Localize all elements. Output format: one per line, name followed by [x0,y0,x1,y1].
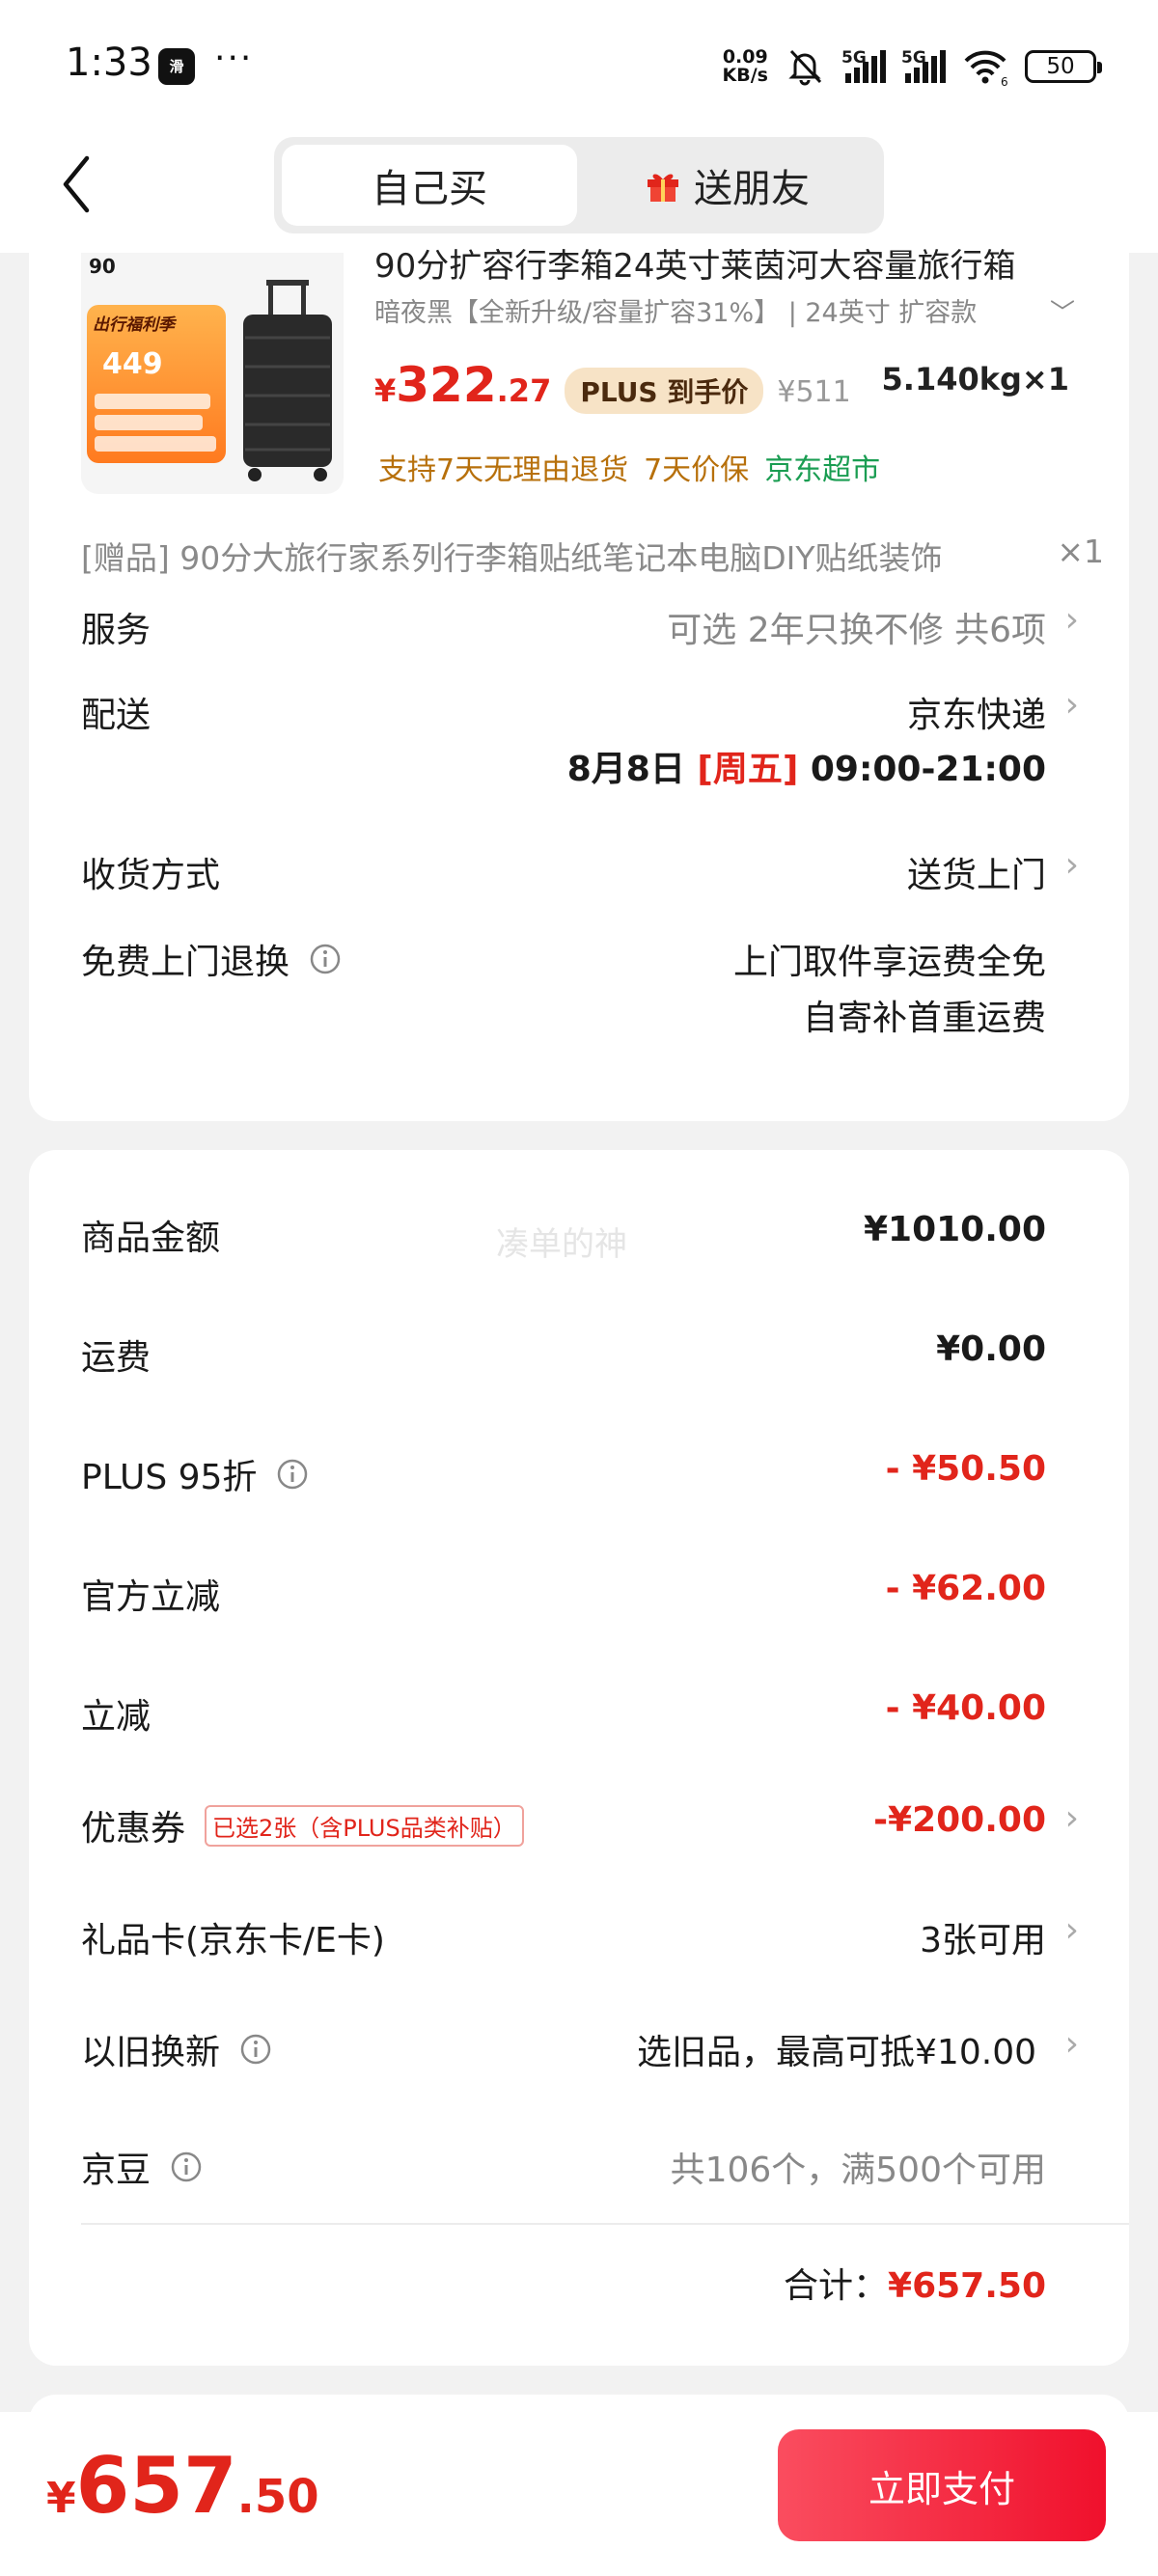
official-discount-label: 官方立减 [81,1577,221,1617]
chevron-right-icon[interactable]: › [1065,2024,1079,2064]
free-return-value-2: 自寄补首重运费 [802,999,1046,1038]
tab-buy-for-self[interactable]: 自己买 [282,145,577,226]
checkout-bar: ¥657.50 立即支付 [0,2412,1158,2576]
gift-icon [648,174,678,202]
total-price: ¥657.50 [46,2441,319,2531]
watermark-text: 凑单的神 [496,1225,627,1264]
plus-discount-label: PLUS 95折 [81,1449,309,1499]
bell-muted-icon [788,49,822,86]
status-bar: 1:33 滑 ··· 0.09 KB/s 5G 5G 6 50 [0,0,1158,131]
info-icon[interactable] [239,2033,272,2066]
divider [81,2223,1129,2225]
suitcase-image [243,280,332,481]
battery-icon: 50 [1025,50,1102,83]
chevron-right-icon[interactable]: › [1065,845,1079,885]
status-icons: 0.09 KB/s 5G 5G 6 50 [722,42,1102,91]
back-arrow-icon[interactable] [58,151,96,218]
order-item-card: 90 出行福利季 449 90分扩容行李箱24英寸莱茵河大容量旅行箱 暗夜黑【全… [29,247,1129,1121]
return-policy-tag: 支持7天无理由退货 [378,453,629,487]
more-notifications-icon: ··· [214,39,254,78]
delivery-label: 配送 [81,696,152,735]
goods-amount-label: 商品金额 [81,1219,221,1258]
brand-logo: 90 [89,255,116,278]
delivery-date[interactable]: 8月8日 [周五] 09:00-21:00 [567,741,1046,791]
gift-card-value[interactable]: 3张可用 [920,1912,1046,1962]
store-tag: 京东超市 [764,453,881,487]
gift-item-text: [赠品] 90分大旅行家系列行李箱贴纸笔记本电脑DIY贴纸装饰 [81,539,943,577]
status-time: 1:33 [66,41,152,85]
instant-discount-label: 立减 [81,1697,152,1737]
jd-beans-label: 京豆 [81,2142,203,2192]
price-row: ¥322.27 PLUS 到手价 ¥511 [374,357,851,414]
wifi-icon: 6 [964,50,1008,88]
receive-method-label: 收货方式 [81,856,221,895]
trade-in-label: 以旧换新 [81,2024,272,2074]
delivery-value[interactable]: 京东快递 [907,687,1046,737]
info-icon[interactable] [170,2151,203,2183]
subtotal-label: 合计： [784,2266,889,2306]
receive-method-value[interactable]: 送货上门 [907,847,1046,897]
plus-price-badge: PLUS 到手价 [565,368,764,414]
free-return-value-1: 上门取件享运费全免 [732,943,1046,982]
chevron-right-icon[interactable]: › [1065,1910,1079,1950]
service-label: 服务 [81,611,152,650]
gift-item-qty: ×1 [1057,533,1104,570]
app-notification-icon: 滑 [158,48,195,85]
nav-header: 自己买 送朋友 [0,131,1158,253]
service-value[interactable]: 可选 2年只换不修 共6项 [667,602,1046,652]
purchase-mode-switch: 自己买 送朋友 [274,137,884,233]
chevron-right-icon[interactable]: › [1065,600,1079,640]
info-icon[interactable] [309,943,342,975]
coupon-label: 优惠券 已选2张（含PLUS品类补贴） [81,1800,524,1850]
chevron-right-icon[interactable]: › [1065,685,1079,725]
goods-amount-value: ¥1010.00 [863,1210,1046,1249]
service-tags: 支持7天无理由退货 7天价保 京东超市 [378,446,880,488]
gift-item-row: [赠品] 90分大旅行家系列行李箱贴纸笔记本电脑DIY贴纸装饰 ×1 [81,533,1104,579]
official-discount-value: - ¥62.00 [885,1569,1046,1608]
promo-sticker: 出行福利季 449 [87,305,226,463]
shipping-fee-label: 运费 [81,1338,152,1378]
price-protect-tag: 7天价保 [644,453,750,487]
subtotal-value: ¥657.50 [888,2266,1046,2306]
shipping-fee-value: ¥0.00 [936,1329,1046,1369]
coupon-value[interactable]: -¥200.00 [873,1800,1046,1840]
trade-in-value[interactable]: 选旧品，最高可抵¥10.00 [637,2024,1036,2074]
gift-card-label: 礼品卡(京东卡/E卡) [81,1921,385,1960]
subtotal: 合计：¥657.50 [784,2258,1046,2308]
cellular-signal-2-icon: 5G [901,48,946,83]
plus-price: ¥322.27 [374,357,552,413]
free-return-label: 免费上门退换 [81,934,342,984]
original-price: ¥511 [777,375,851,409]
weight-quantity: 5.140kg×1 [881,361,1069,397]
chevron-down-icon[interactable]: ﹀ [1050,293,1075,329]
pay-now-button[interactable]: 立即支付 [778,2429,1106,2541]
product-thumbnail[interactable]: 90 出行福利季 449 [81,253,344,494]
instant-discount-value: - ¥40.00 [885,1688,1046,1728]
product-spec[interactable]: 暗夜黑【全新升级/容量扩容31%】 | 24英寸 扩容款 [374,291,1089,329]
cellular-signal-1-icon: 5G [841,48,886,83]
network-speed: 0.09 KB/s [722,46,768,86]
payment-summary-card: 凑单的神 商品金额 ¥1010.00 运费 ¥0.00 PLUS 95折 - ¥… [29,1150,1129,2366]
plus-discount-value: - ¥50.50 [885,1449,1046,1489]
product-title[interactable]: 90分扩容行李箱24英寸莱茵河大容量旅行箱 [374,239,1108,287]
coupon-badge[interactable]: 已选2张（含PLUS品类补贴） [205,1804,524,1847]
info-icon[interactable] [276,1458,309,1491]
svg-text:6: 6 [1001,75,1008,88]
chevron-right-icon[interactable]: › [1065,1798,1079,1838]
tab-send-to-friend[interactable]: 送朋友 [579,145,874,226]
jd-beans-value: 共106个，满500个可用 [670,2151,1046,2190]
